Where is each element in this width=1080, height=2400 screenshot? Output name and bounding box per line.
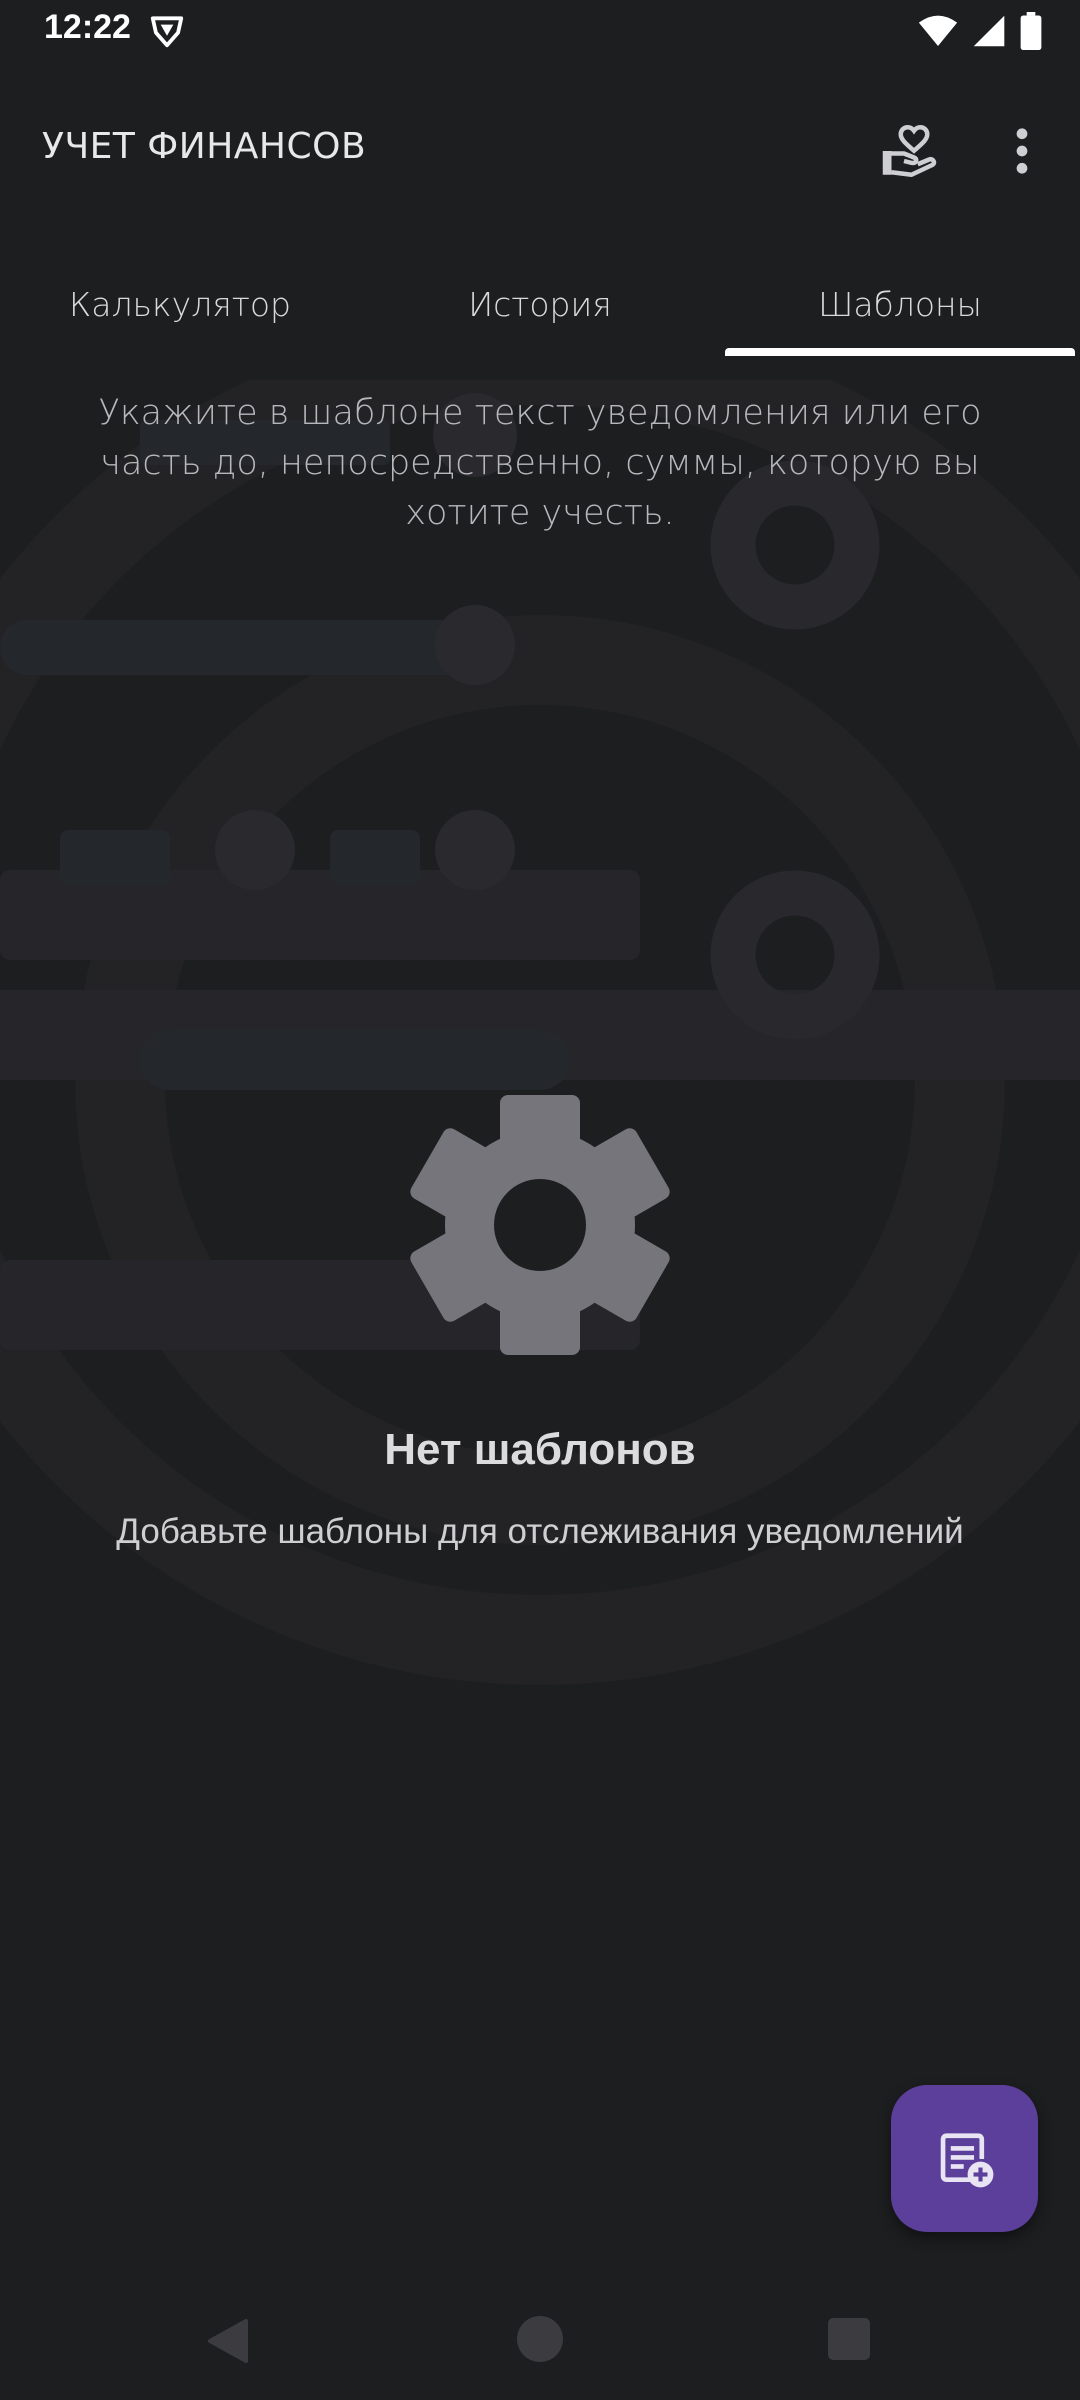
tab-indicator bbox=[725, 348, 1075, 356]
donate-button[interactable] bbox=[874, 116, 944, 186]
app-title: УЧЕТ ФИНАНСОВ bbox=[42, 126, 367, 167]
add-template-button[interactable] bbox=[891, 2085, 1038, 2232]
donate-hand-heart-icon bbox=[882, 124, 937, 177]
battery-icon bbox=[1020, 12, 1042, 50]
back-icon[interactable] bbox=[204, 2316, 252, 2366]
system-nav-bar bbox=[0, 2280, 1080, 2400]
empty-state-description: Добавьте шаблоны для отслеживания уведом… bbox=[116, 1512, 964, 1551]
status-bar: 12:22 bbox=[0, 0, 1080, 62]
empty-state-title: Нет шаблонов bbox=[384, 1425, 696, 1474]
status-time: 12:22 bbox=[44, 8, 131, 46]
gear-icon bbox=[410, 1095, 670, 1355]
signal-icon bbox=[973, 15, 1005, 47]
more-options-button[interactable] bbox=[1000, 116, 1044, 186]
status-icons bbox=[918, 12, 1042, 50]
templates-hint: Укажите в шаблоне текст уведомления или … bbox=[98, 393, 982, 533]
home-icon[interactable] bbox=[517, 2316, 563, 2362]
vpn-shield-icon bbox=[150, 16, 184, 48]
tab-calculator[interactable]: Калькулятор bbox=[0, 250, 360, 358]
add-template-icon bbox=[940, 2132, 993, 2187]
app-bar: УЧЕТ ФИНАНСОВ bbox=[0, 100, 1080, 200]
tab-history[interactable]: История bbox=[360, 250, 720, 358]
recents-icon[interactable] bbox=[828, 2318, 870, 2360]
more-vert-icon bbox=[1016, 128, 1028, 174]
wifi-icon bbox=[918, 15, 958, 47]
tab-templates[interactable]: Шаблоны bbox=[720, 250, 1080, 358]
tab-bar: Калькулятор История Шаблоны bbox=[0, 250, 1080, 358]
